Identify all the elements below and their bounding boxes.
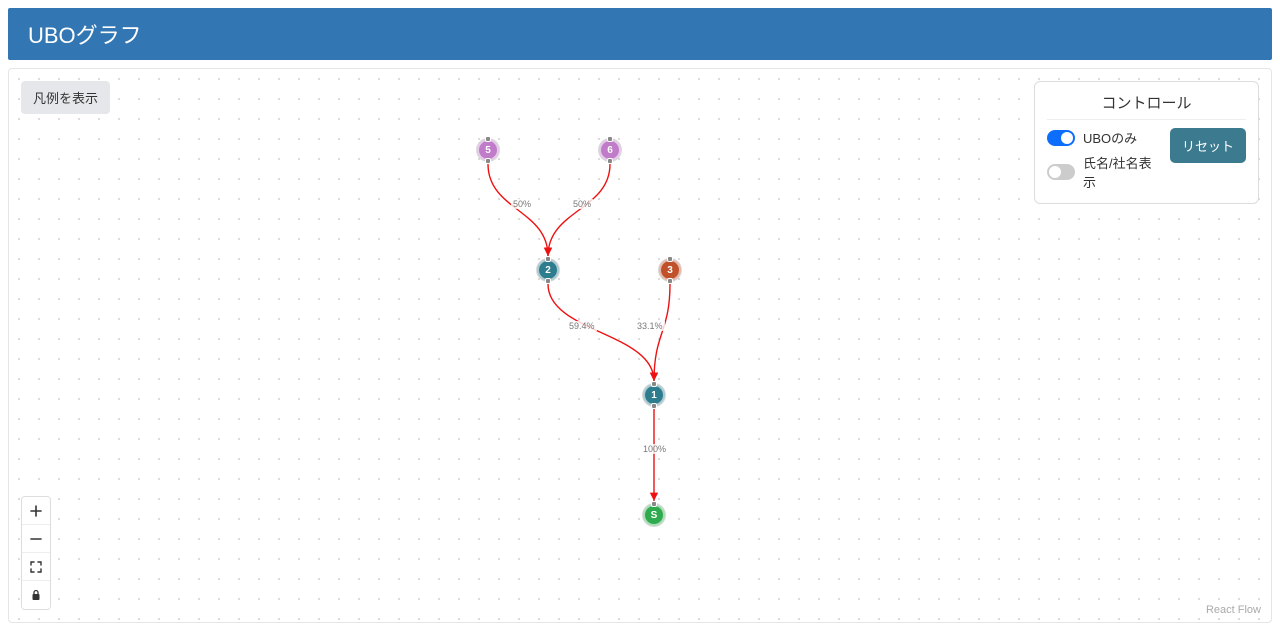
edge (548, 284, 654, 381)
show-name-toggle[interactable] (1047, 164, 1075, 180)
zoom-controls (21, 496, 51, 610)
edge-label: 100% (641, 444, 668, 454)
reset-button[interactable]: リセット (1170, 128, 1246, 163)
fit-icon (30, 561, 42, 573)
port-icon (651, 403, 657, 409)
port-icon (607, 158, 613, 164)
edge (548, 164, 610, 256)
graph-canvas[interactable]: 凡例を表示 コントロール UBOのみ氏名/社名表示 リセット 5 6 2 3 1 S 50… (8, 68, 1272, 623)
control-toggles: UBOのみ氏名/社名表示 (1047, 128, 1160, 191)
edge-label: 50% (511, 199, 533, 209)
lock-icon (30, 589, 42, 601)
edge (488, 164, 548, 256)
edge-label: 59.4% (567, 321, 597, 331)
port-icon (667, 256, 673, 262)
fit-view-button[interactable] (22, 553, 50, 581)
graph-node-6[interactable]: 6 (599, 139, 621, 161)
minus-icon (30, 533, 42, 545)
ubo-only-toggle[interactable] (1047, 130, 1075, 146)
graph-node-2[interactable]: 2 (537, 259, 559, 281)
zoom-in-button[interactable] (22, 497, 50, 525)
control-panel-title: コントロール (1047, 92, 1246, 120)
port-icon (485, 136, 491, 142)
graph-node-S[interactable]: S (643, 504, 665, 526)
toggle-row: UBOのみ (1047, 128, 1160, 147)
toggle-row: 氏名/社名表示 (1047, 153, 1160, 191)
zoom-out-button[interactable] (22, 525, 50, 553)
control-panel: コントロール UBOのみ氏名/社名表示 リセット (1034, 81, 1259, 204)
port-icon (651, 381, 657, 387)
port-icon (545, 278, 551, 284)
port-icon (607, 136, 613, 142)
toggle-label: 氏名/社名表示 (1083, 153, 1160, 191)
plus-icon (30, 505, 42, 517)
port-icon (651, 501, 657, 507)
page-title: UBOグラフ (28, 23, 142, 48)
graph-node-5[interactable]: 5 (477, 139, 499, 161)
edge-label: 50% (571, 199, 593, 209)
page-header: UBOグラフ (8, 8, 1272, 60)
lock-button[interactable] (22, 581, 50, 609)
edge-label: 33.1% (635, 321, 665, 331)
graph-node-3[interactable]: 3 (659, 259, 681, 281)
attribution-text: React Flow (1206, 604, 1261, 616)
port-icon (485, 158, 491, 164)
graph-node-1[interactable]: 1 (643, 384, 665, 406)
port-icon (667, 278, 673, 284)
toggle-label: UBOのみ (1083, 128, 1137, 147)
show-legend-button[interactable]: 凡例を表示 (21, 81, 110, 114)
port-icon (545, 256, 551, 262)
edge (654, 284, 670, 381)
